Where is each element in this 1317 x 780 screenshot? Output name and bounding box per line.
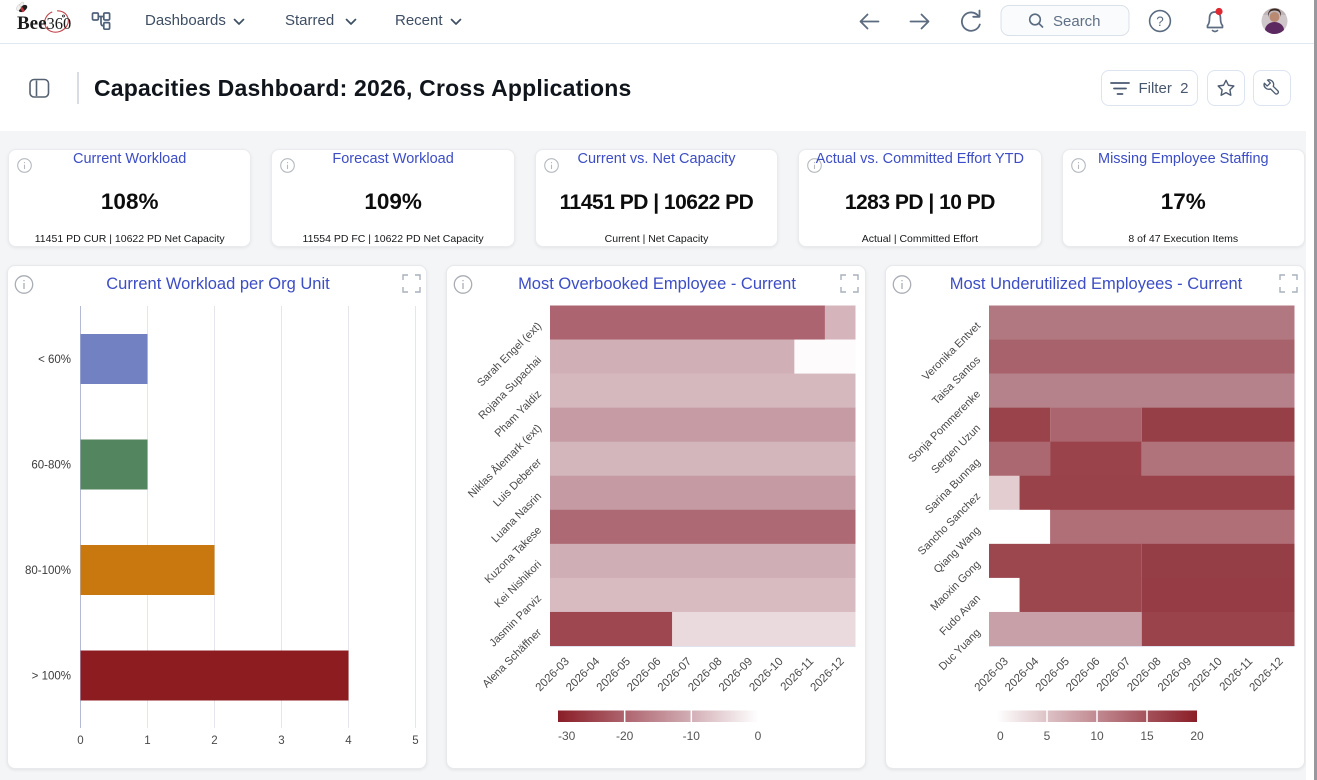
svg-text:Most Underutilized Employees -: Most Underutilized Employees - Current <box>950 275 1243 293</box>
svg-text:0: 0 <box>997 729 1004 743</box>
svg-text:80-100%: 80-100% <box>25 565 71 577</box>
svg-text:-20: -20 <box>616 729 634 743</box>
svg-text:> 100%: > 100% <box>32 671 71 683</box>
svg-text:20: 20 <box>1190 729 1204 743</box>
svg-text:2: 2 <box>211 735 217 747</box>
svg-text:< 60%: < 60% <box>38 354 71 366</box>
svg-text:Veronika Entvet: Veronika Entvet <box>920 320 983 383</box>
svg-text:-30: -30 <box>558 729 576 743</box>
svg-text:Bee: Bee <box>17 13 47 34</box>
svg-text:2026-12: 2026-12 <box>1247 656 1285 694</box>
svg-text:2026-10: 2026-10 <box>1186 656 1224 694</box>
svg-text:10: 10 <box>1090 729 1104 743</box>
svg-text:4: 4 <box>345 735 352 747</box>
svg-text:Sarah Engel (ext): Sarah Engel (ext) <box>475 320 544 389</box>
svg-text:Sancho Sanchez: Sancho Sanchez <box>916 490 983 557</box>
svg-text:15: 15 <box>1140 729 1154 743</box>
svg-text:Rojana Supachai: Rojana Supachai <box>476 354 544 422</box>
svg-text:5: 5 <box>1044 729 1051 743</box>
svg-text:2026-12: 2026-12 <box>808 656 846 694</box>
svg-text:1: 1 <box>144 735 150 747</box>
svg-text:Current Workload per Org Unit: Current Workload per Org Unit <box>106 275 330 293</box>
svg-text:?: ? <box>1156 14 1164 29</box>
svg-text:Most Overbooked Employee - Cur: Most Overbooked Employee - Current <box>518 275 796 293</box>
svg-text:360: 360 <box>47 14 72 33</box>
svg-text:3: 3 <box>278 735 284 747</box>
svg-text:Search: Search <box>1053 13 1101 30</box>
svg-text:2026-10: 2026-10 <box>747 656 785 694</box>
svg-text:Alena Schäffner: Alena Schäffner <box>480 626 544 690</box>
svg-text:0: 0 <box>755 729 762 743</box>
svg-text:0: 0 <box>77 735 83 747</box>
svg-text:-10: -10 <box>683 729 701 743</box>
svg-text:5: 5 <box>412 735 418 747</box>
svg-text:60-80%: 60-80% <box>31 460 71 472</box>
